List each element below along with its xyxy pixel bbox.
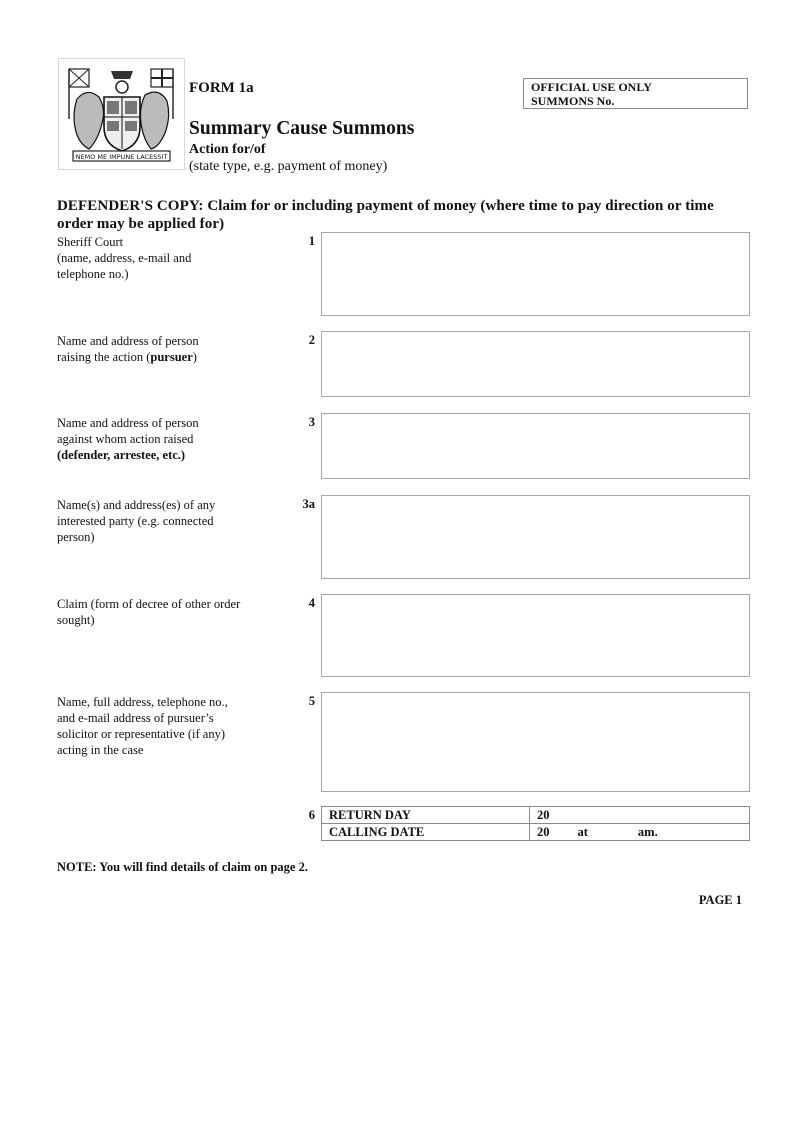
field-3a-number: 3a [302,497,316,511]
field-1-label-line: telephone no.) [57,267,129,281]
interested-party-input[interactable] [321,495,750,579]
field-3-label-text: Name and address of person against whom … [57,416,199,446]
form-number: FORM 1a [189,80,254,96]
calling-time-am-label: am. [637,824,658,839]
note-text: NOTE: You will find details of claim on … [57,860,308,874]
field-4-number: 4 [308,596,315,610]
return-day-label: RETURN DAY [321,806,530,824]
field-3-label-bold: (defender, arrestee, etc.) [57,448,186,462]
field-3-label: Name and address of person against whom … [57,415,227,463]
summons-number-label: SUMMONS No. [531,94,615,108]
page-number: PAGE 1 [698,893,742,907]
field-2-label: Name and address of person raising the a… [57,333,232,365]
field-1-label-line: Sheriff Court [57,235,124,249]
coat-of-arms-icon: NEMO ME IMPUNE LACESSIT [58,58,185,170]
field-2-label-bold: pursuer [150,350,193,364]
field-1-label-line: (name, address, e-mail and [57,251,192,265]
field-6-number: 6 [308,808,315,822]
field-5-number: 5 [308,694,315,708]
field-3a-label: Name(s) and address(es) of any intereste… [57,498,216,544]
field-1-label: Sheriff Court (name, address, e-mail and… [57,234,257,282]
return-day-row: RETURN DAY 20 [321,806,750,824]
copy-heading: DEFENDER'S COPY: Claim for or including … [57,198,714,232]
action-label: Action for/of [189,142,266,157]
official-use-box: OFFICIAL USE ONLY SUMMONS No. [523,78,748,109]
field-5-label: Name, full address, telephone no., and e… [57,695,228,757]
calling-date-label: CALLING DATE [321,823,530,841]
return-day-field[interactable]: 20 [529,806,750,824]
defender-input[interactable] [321,413,750,479]
action-hint: (state type, e.g. payment of money) [189,159,388,174]
page-title: Summary Cause Summons [189,118,415,139]
claim-input[interactable] [321,594,750,677]
solicitor-input[interactable] [321,692,750,792]
calling-date-row: CALLING DATE 20 at am. [321,823,750,841]
field-1-number: 1 [308,234,315,248]
crest-motto: NEMO ME IMPUNE LACESSIT [76,153,168,161]
field-2-number: 2 [308,333,315,347]
dates-table: RETURN DAY 20 CALLING DATE 20 at am. [321,806,750,841]
field-2-label-end: ) [192,350,197,364]
sheriff-court-input[interactable] [321,232,750,316]
calling-date-year: 20 [537,824,550,839]
official-use-label: OFFICIAL USE ONLY [531,80,652,94]
calling-time-at-label: at [577,824,588,839]
return-day-year: 20 [537,807,550,822]
pursuer-input[interactable] [321,331,750,397]
field-3-number: 3 [308,415,315,429]
calling-date-field[interactable]: 20 at am. [529,823,750,841]
field-4-label: Claim (form of decree of other order sou… [57,597,241,627]
